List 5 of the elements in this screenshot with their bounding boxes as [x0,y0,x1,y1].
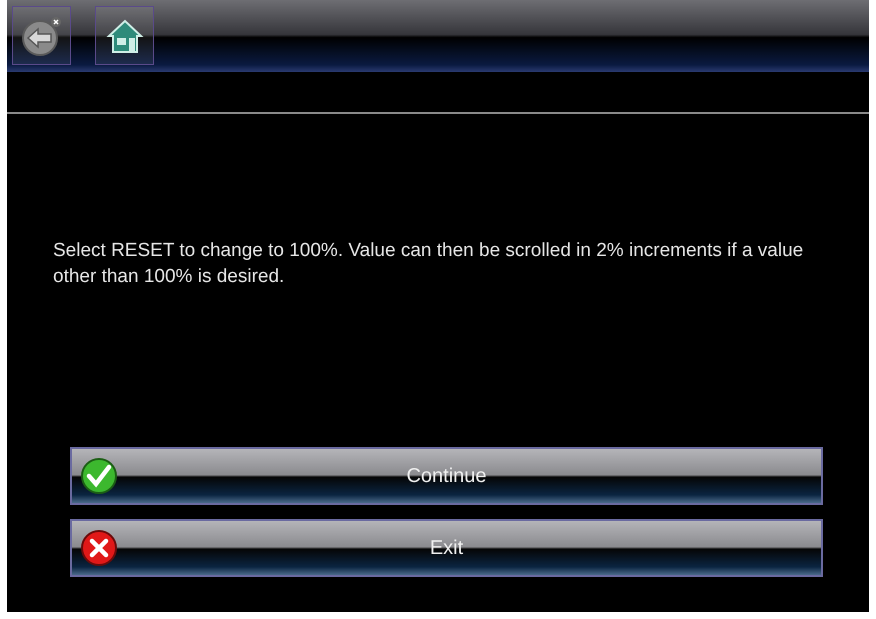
instruction-text: Select RESET to change to 100%. Value can then be scrolled in 2% increments if a value other than 100% is desired. [52,239,804,289]
back-button[interactable] [12,6,71,65]
home-button[interactable] [95,6,154,65]
x-mark-icon [80,529,118,567]
checkmark-icon [80,457,118,495]
